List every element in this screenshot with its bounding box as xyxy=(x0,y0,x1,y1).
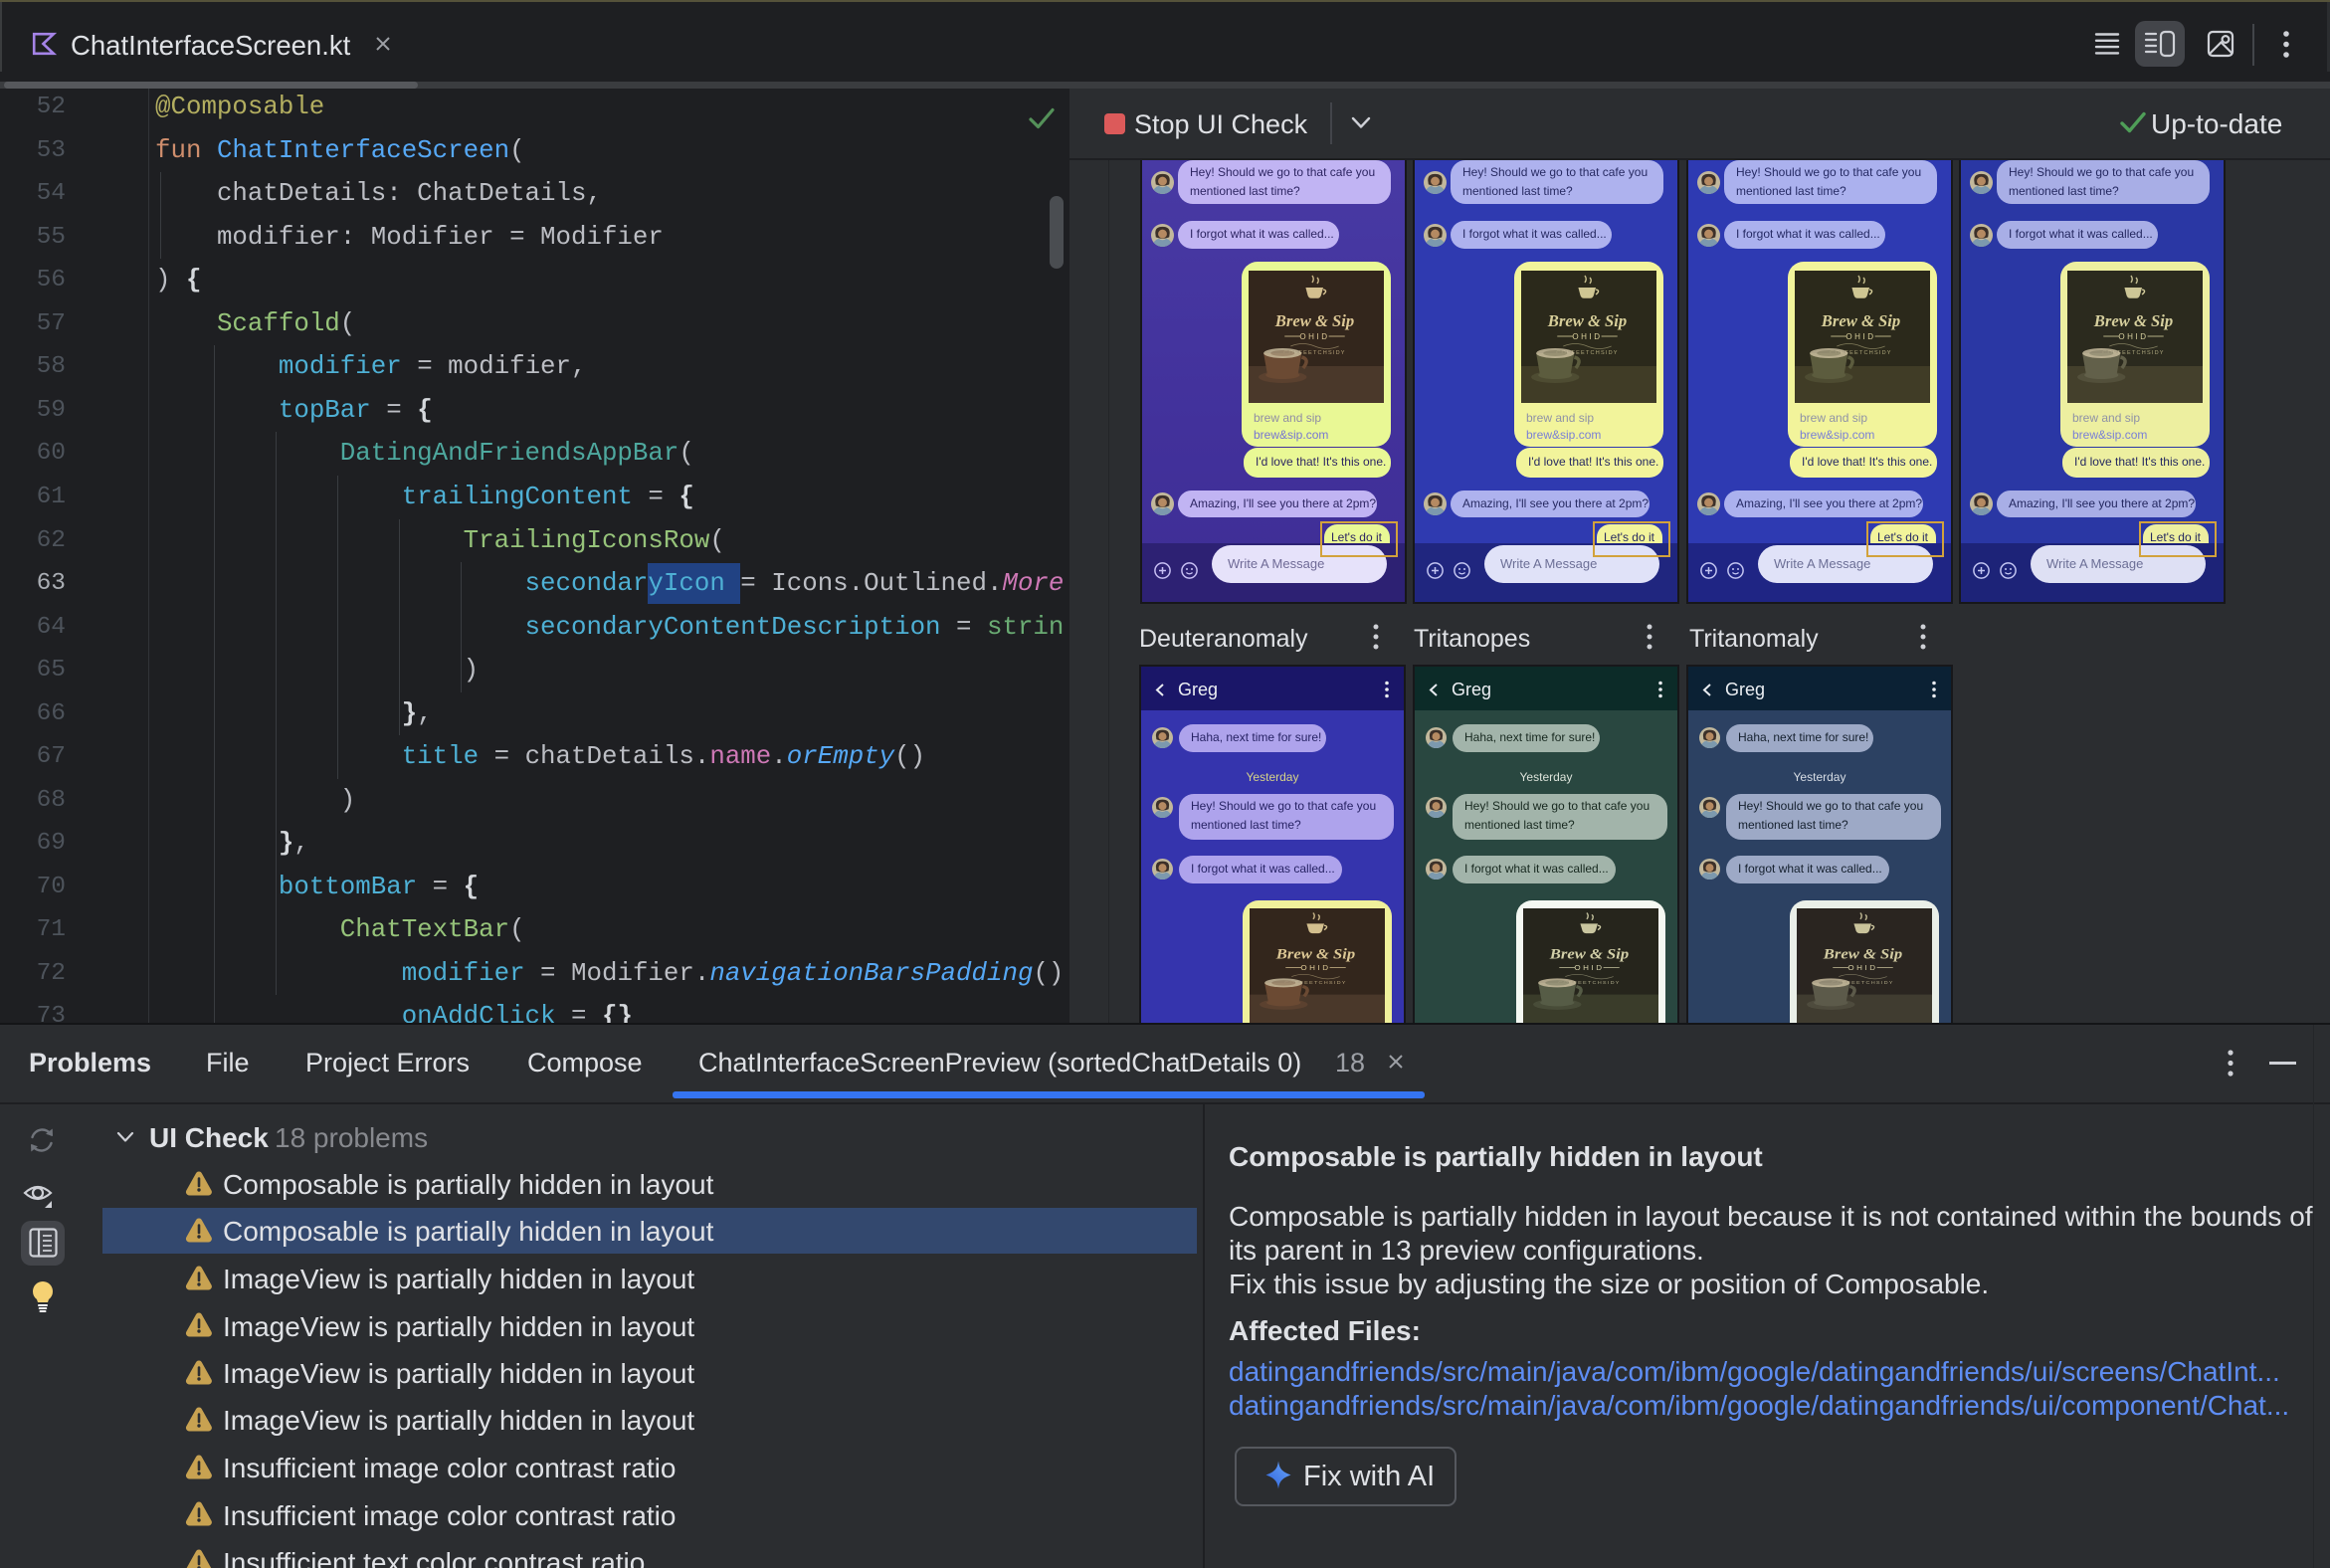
svg-text:Brew & Sip: Brew & Sip xyxy=(1275,946,1356,962)
svg-text:OHID: OHID xyxy=(2118,332,2148,341)
svg-text:Brew & Sip: Brew & Sip xyxy=(2093,311,2173,330)
svg-text:OHID: OHID xyxy=(1845,332,1875,341)
svg-text:OHID: OHID xyxy=(1847,964,1877,972)
svg-text:Brew & Sip: Brew & Sip xyxy=(1821,311,1900,330)
svg-text:OHID: OHID xyxy=(1574,964,1604,972)
svg-text:OHID: OHID xyxy=(1300,964,1330,972)
svg-text:OHID: OHID xyxy=(1572,332,1602,341)
svg-text:Brew & Sip: Brew & Sip xyxy=(1547,311,1627,330)
svg-text:Brew & Sip: Brew & Sip xyxy=(1823,946,1903,962)
svg-text:OHID: OHID xyxy=(1299,332,1329,341)
svg-text:Brew & Sip: Brew & Sip xyxy=(1549,946,1630,962)
svg-text:Brew & Sip: Brew & Sip xyxy=(1274,311,1354,330)
